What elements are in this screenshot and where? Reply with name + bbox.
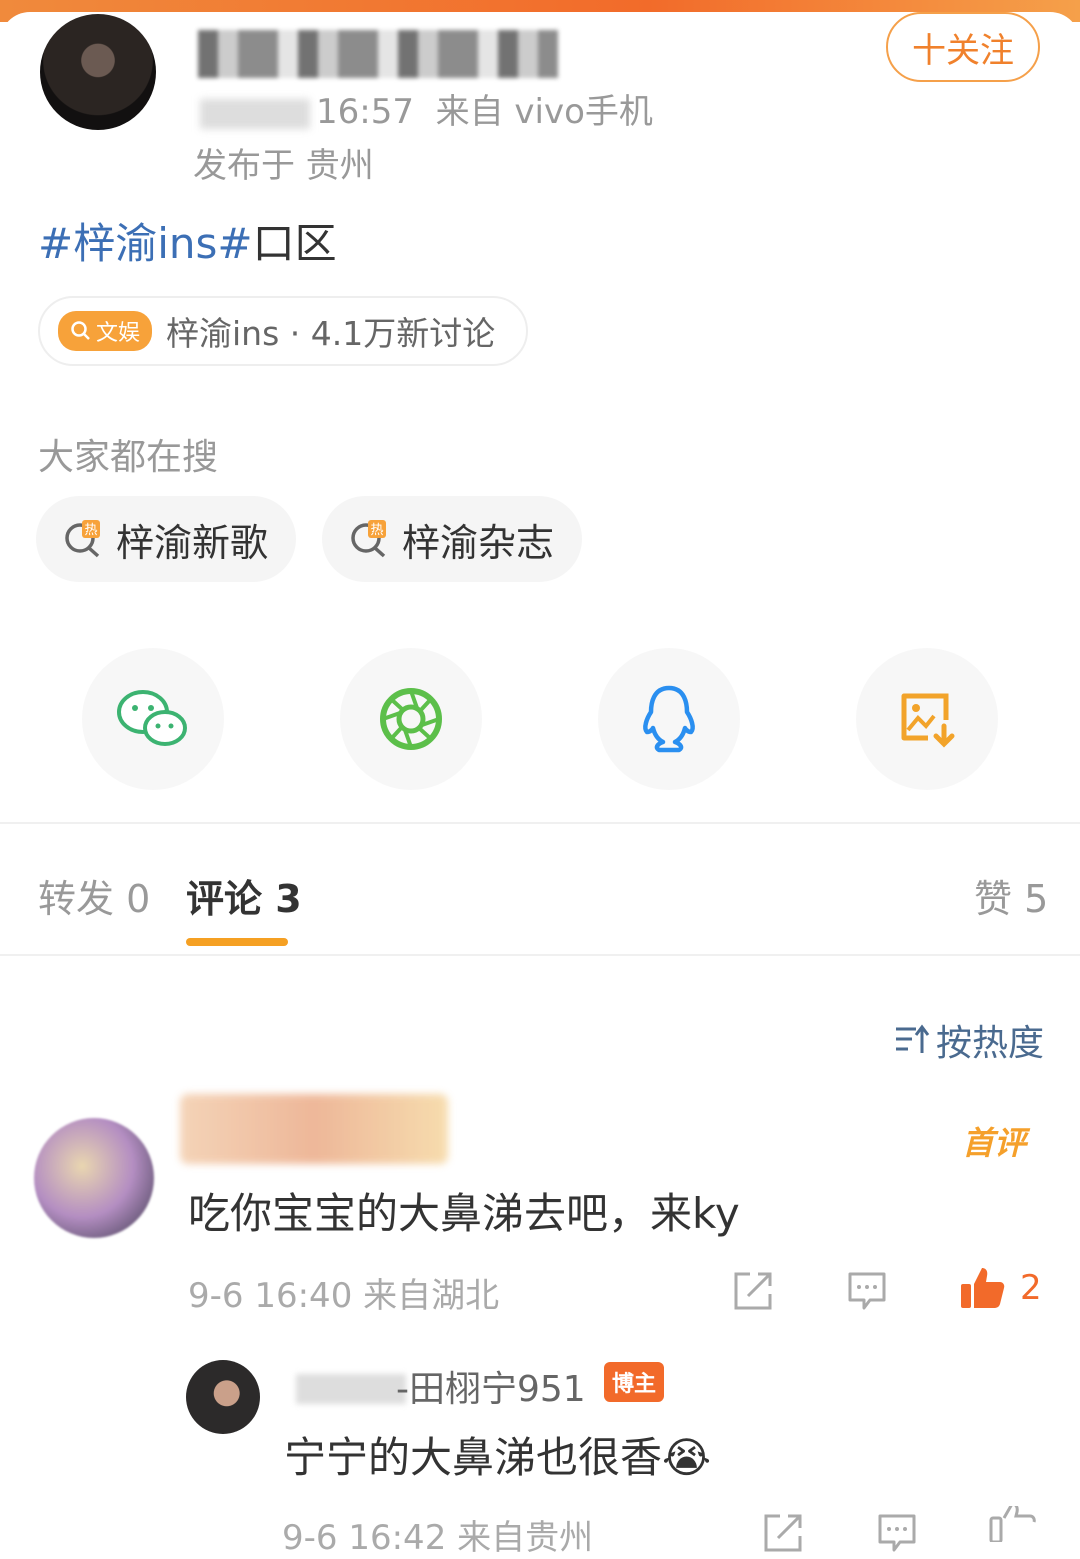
active-tab-indicator [186, 938, 288, 946]
post-content: #梓渝ins#口区 [38, 210, 337, 271]
share-icon [764, 1514, 802, 1552]
commenter-avatar[interactable] [34, 1118, 154, 1238]
thumbs-up-icon [989, 1506, 1036, 1542]
post-meta: 16:57 来自 vivo手机 [200, 84, 653, 133]
post-source: 来自 vivo手机 [435, 92, 653, 132]
share-moments-button[interactable] [340, 648, 482, 790]
search-icon [71, 321, 90, 340]
share-qq-button[interactable] [598, 648, 740, 790]
tab-repost[interactable]: 转发 0 [38, 868, 150, 923]
save-image-button[interactable] [856, 648, 998, 790]
author-avatar[interactable] [40, 14, 156, 130]
comment-meta: 9-6 16:40 来自湖北 [188, 1276, 500, 1316]
sort-by-hot-button[interactable]: 按热度 [894, 1014, 1044, 1066]
comment-icon [848, 1272, 886, 1310]
comment-share-button[interactable] [732, 1270, 774, 1312]
hot-search-title: 大家都在搜 [38, 437, 219, 478]
comment-like-button[interactable]: 2 [958, 1264, 1042, 1312]
blurred-date [200, 98, 310, 129]
hot-search-icon: 热 [62, 518, 104, 560]
reply-comment-button[interactable] [876, 1512, 918, 1554]
tab-likes[interactable]: 赞 5 [974, 868, 1048, 923]
hot-search-label: 梓渝新歌 [116, 520, 269, 565]
divider [0, 822, 1080, 824]
tab-comments[interactable]: 评论 3 [186, 868, 302, 923]
follow-button[interactable]: 十关注 [886, 12, 1040, 82]
reply-share-button[interactable] [762, 1512, 804, 1554]
topic-label: 梓渝ins · 4.1万新讨论 [166, 314, 496, 353]
qq-icon [643, 685, 695, 753]
reply-text: 宁宁的大鼻涕也很香😭 [284, 1433, 712, 1482]
hot-search-chip[interactable]: 热 梓渝杂志 [322, 496, 582, 582]
thumbs-up-icon [961, 1268, 1005, 1308]
comment-icon [878, 1514, 916, 1552]
like-count: 2 [1020, 1268, 1042, 1308]
post-body: 口区 [252, 219, 337, 268]
reply-author-avatar[interactable] [186, 1360, 260, 1434]
share-icon [734, 1272, 772, 1310]
reply-name-blurred [296, 1374, 406, 1404]
reply-author-name[interactable]: -田栩宁951 [396, 1360, 586, 1412]
svg-text:热: 热 [370, 523, 383, 538]
divider [0, 954, 1080, 956]
post-location: 发布于 贵州 [193, 146, 374, 186]
hot-search-label: 梓渝杂志 [402, 520, 555, 565]
wechat-icon [117, 690, 187, 746]
commenter-name-blurred [180, 1094, 448, 1164]
topic-card[interactable]: 文娱 梓渝ins · 4.1万新讨论 [38, 296, 528, 366]
topic-badge-label: 文娱 [96, 321, 141, 346]
hot-search-chip[interactable]: 热 梓渝新歌 [36, 496, 296, 582]
post-time: 16:57 [316, 92, 414, 132]
hashtag-link[interactable]: #梓渝ins# [38, 219, 253, 268]
comment-text: 吃你宝宝的大鼻涕去吧，来ky [188, 1189, 740, 1238]
comment-reply-button[interactable] [846, 1270, 888, 1312]
author-name-blurred [198, 30, 558, 78]
author-badge: 博主 [604, 1362, 665, 1402]
moments-icon [380, 688, 442, 750]
share-wechat-button[interactable] [82, 648, 224, 790]
sort-label: 按热度 [936, 1023, 1045, 1064]
save-image-icon [901, 693, 955, 748]
topic-badge: 文娱 [58, 311, 153, 351]
sort-icon [896, 1024, 930, 1053]
first-comment-badge: 首评 [962, 1124, 1027, 1162]
reply-meta: 9-6 16:42 来自贵州 [282, 1518, 594, 1558]
reply-like-button[interactable] [988, 1506, 1036, 1542]
svg-text:热: 热 [84, 523, 97, 538]
hot-search-icon: 热 [348, 518, 390, 560]
